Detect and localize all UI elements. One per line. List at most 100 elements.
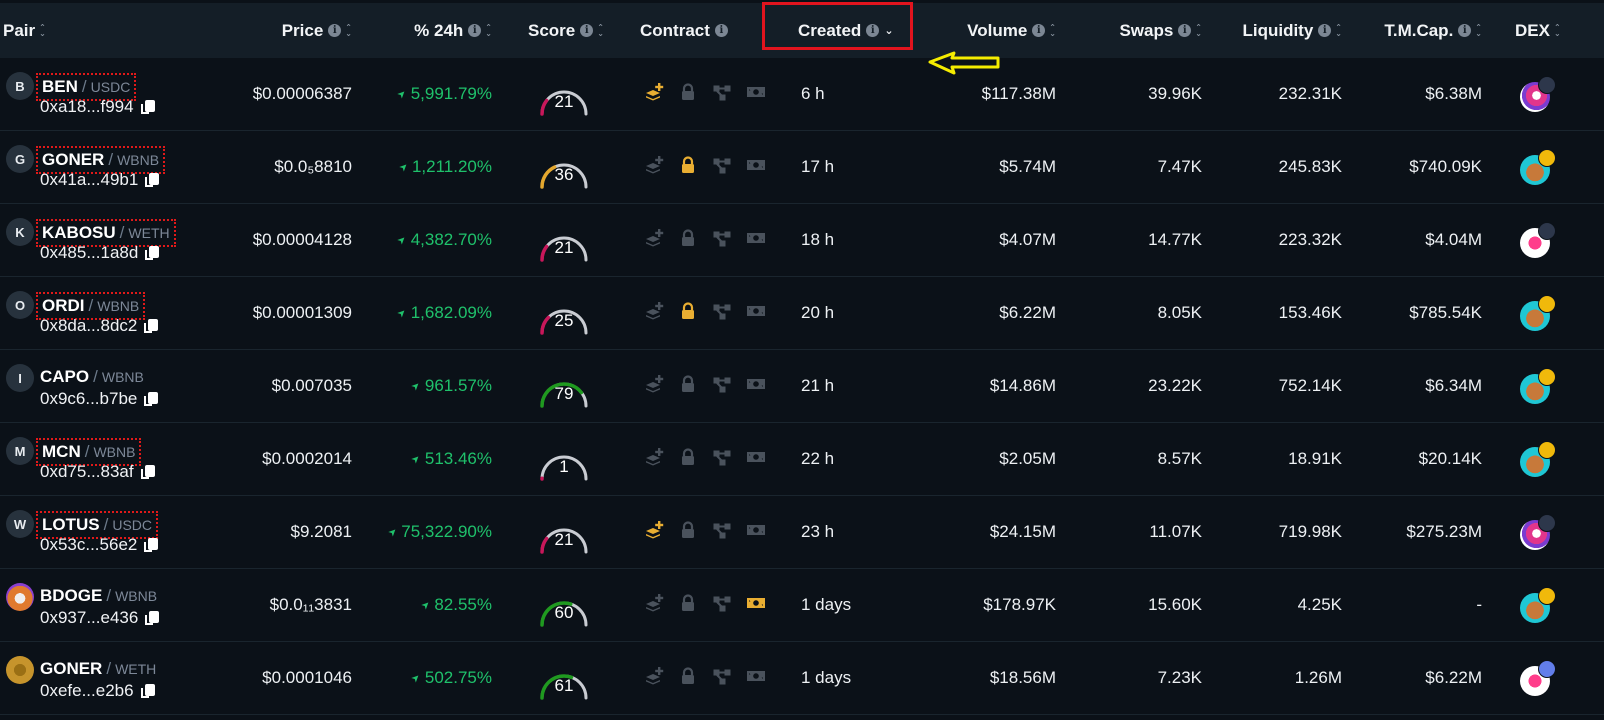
sort-icon[interactable]: ⌃ ⌄ xyxy=(345,23,352,37)
copy-icon[interactable] xyxy=(145,611,160,625)
layers-plus-icon[interactable] xyxy=(644,374,664,394)
quote-symbol: WBNB xyxy=(93,444,136,460)
dex-logo[interactable] xyxy=(1520,149,1556,185)
info-icon[interactable]: i xyxy=(1178,24,1192,37)
column-header-swaps[interactable]: Swaps i ⌃ ⌄ xyxy=(1100,3,1202,58)
column-header-change-24h[interactable]: % 24h i ⌃ ⌄ xyxy=(360,3,492,58)
cash-icon[interactable] xyxy=(746,301,766,321)
table-row[interactable]: GONER / WETH 0xefe...e2b6 $0.0001046 ➤ 5… xyxy=(0,642,1604,715)
cash-icon[interactable] xyxy=(746,155,766,175)
copy-icon[interactable] xyxy=(144,319,159,333)
dex-logo[interactable] xyxy=(1520,441,1556,477)
table-row[interactable]: I CAPO / WBNB 0x9c6...b7be $0.007035 ➤ 9… xyxy=(0,350,1604,423)
column-header-mcap[interactable]: T.M.Cap. i ⌃ ⌄ xyxy=(1370,3,1482,58)
column-header-pair[interactable]: Pair ⌃ ⌄ xyxy=(3,3,46,58)
sort-icon[interactable]: ⌃ ⌄ xyxy=(1475,23,1482,37)
info-icon[interactable]: i xyxy=(1458,24,1472,37)
sort-icon[interactable]: ⌃ ⌄ xyxy=(1335,23,1342,37)
dex-logo[interactable] xyxy=(1520,222,1556,258)
table-row[interactable]: BDOGE / WBNB 0x937...e436 $0.0₁₁3831 ➤ 8… xyxy=(0,569,1604,642)
dex-logo[interactable] xyxy=(1520,514,1556,550)
lock-icon[interactable] xyxy=(678,228,698,248)
dex-logo[interactable] xyxy=(1520,587,1556,623)
info-icon[interactable]: i xyxy=(328,24,342,37)
network-share-icon[interactable] xyxy=(712,301,732,321)
copy-icon[interactable] xyxy=(145,173,160,187)
column-header-created[interactable]: Created i ⌄ xyxy=(798,3,894,58)
copy-icon[interactable] xyxy=(145,246,160,260)
layers-plus-icon[interactable] xyxy=(644,301,664,321)
network-share-icon[interactable] xyxy=(712,447,732,467)
cash-icon[interactable] xyxy=(746,447,766,467)
network-share-icon[interactable] xyxy=(712,666,732,686)
layers-plus-icon[interactable] xyxy=(644,520,664,540)
network-share-icon[interactable] xyxy=(712,82,732,102)
layers-plus-icon[interactable] xyxy=(644,666,664,686)
info-icon[interactable]: i xyxy=(580,24,594,37)
info-icon[interactable]: i xyxy=(714,24,728,37)
cash-icon[interactable] xyxy=(746,593,766,613)
lock-icon[interactable] xyxy=(678,593,698,613)
lock-icon[interactable] xyxy=(678,301,698,321)
column-header-liquidity[interactable]: Liquidity i ⌃ ⌄ xyxy=(1230,3,1342,58)
lock-icon[interactable] xyxy=(678,82,698,102)
table-row[interactable]: K KABOSU / WETH 0x485...1a8d $0.00004128… xyxy=(0,204,1604,277)
dex-logo[interactable] xyxy=(1520,295,1556,331)
column-header-price[interactable]: Price i ⌃ ⌄ xyxy=(200,3,352,58)
score-gauge: 25 xyxy=(536,293,592,337)
sort-icon[interactable]: ⌃ ⌄ xyxy=(1195,23,1202,37)
cash-icon[interactable] xyxy=(746,228,766,248)
network-share-icon[interactable] xyxy=(712,520,732,540)
network-share-icon[interactable] xyxy=(712,228,732,248)
cash-icon[interactable] xyxy=(746,374,766,394)
pair-name[interactable]: CAPO / WBNB xyxy=(36,365,148,389)
sort-icon[interactable]: ⌃ ⌄ xyxy=(485,23,492,37)
column-label: Contract xyxy=(640,20,710,40)
table-row[interactable]: O ORDI / WBNB 0x8da...8dc2 $0.00001309 ➤… xyxy=(0,277,1604,350)
copy-icon[interactable] xyxy=(140,465,155,479)
token-logo-coin xyxy=(6,656,34,684)
pair-name[interactable]: BDOGE / WBNB xyxy=(36,584,161,608)
network-share-icon[interactable] xyxy=(712,374,732,394)
dex-logo[interactable] xyxy=(1520,76,1556,112)
copy-icon[interactable] xyxy=(140,684,155,698)
dex-logo[interactable] xyxy=(1520,368,1556,404)
column-header-contract[interactable]: Contract i xyxy=(640,3,728,58)
network-share-icon[interactable] xyxy=(712,593,732,613)
copy-icon[interactable] xyxy=(144,538,159,552)
lock-icon[interactable] xyxy=(678,155,698,175)
layers-plus-icon[interactable] xyxy=(644,155,664,175)
table-row[interactable]: M MCN / WBNB 0xd75...83af $0.0002014 ➤ 5… xyxy=(0,423,1604,496)
lock-icon[interactable] xyxy=(678,666,698,686)
column-header-dex[interactable]: DEX ⌃ ⌄ xyxy=(1515,3,1561,58)
cash-icon[interactable] xyxy=(746,520,766,540)
table-row[interactable]: B BEN / USDC 0xa18...f994 $0.00006387 ➤ … xyxy=(0,58,1604,131)
info-icon[interactable]: i xyxy=(468,24,482,37)
lock-icon[interactable] xyxy=(678,520,698,540)
lock-icon[interactable] xyxy=(678,374,698,394)
info-icon[interactable]: i xyxy=(1032,24,1046,37)
layers-plus-icon[interactable] xyxy=(644,228,664,248)
cash-icon[interactable] xyxy=(746,666,766,686)
sort-icon[interactable]: ⌃ ⌄ xyxy=(1554,23,1561,37)
chevron-down-icon[interactable]: ⌄ xyxy=(884,24,893,37)
sort-icon[interactable]: ⌃ ⌄ xyxy=(1049,23,1056,37)
layers-plus-icon[interactable] xyxy=(644,447,664,467)
price-cell: $0.00001309 xyxy=(200,277,352,349)
dex-logo[interactable] xyxy=(1520,660,1556,696)
network-share-icon[interactable] xyxy=(712,155,732,175)
table-row[interactable]: W LOTUS / USDC 0x53c...56e2 $9.2081 ➤ 75… xyxy=(0,496,1604,569)
copy-icon[interactable] xyxy=(144,392,159,406)
table-row[interactable]: G GONER / WBNB 0x41a...49b1 $0.0₅8810 ➤ … xyxy=(0,131,1604,204)
info-icon[interactable]: i xyxy=(866,24,880,37)
column-header-score[interactable]: Score i ⌃ ⌄ xyxy=(528,3,604,58)
pair-name[interactable]: GONER / WETH xyxy=(36,657,160,681)
sort-icon[interactable]: ⌃ ⌄ xyxy=(39,23,46,37)
layers-plus-icon[interactable] xyxy=(644,593,664,613)
sort-icon[interactable]: ⌃ ⌄ xyxy=(597,23,604,37)
lock-icon[interactable] xyxy=(678,447,698,467)
info-icon[interactable]: i xyxy=(1318,24,1332,37)
copy-icon[interactable] xyxy=(140,100,155,114)
cash-icon[interactable] xyxy=(746,82,766,102)
layers-plus-icon[interactable] xyxy=(644,82,664,102)
